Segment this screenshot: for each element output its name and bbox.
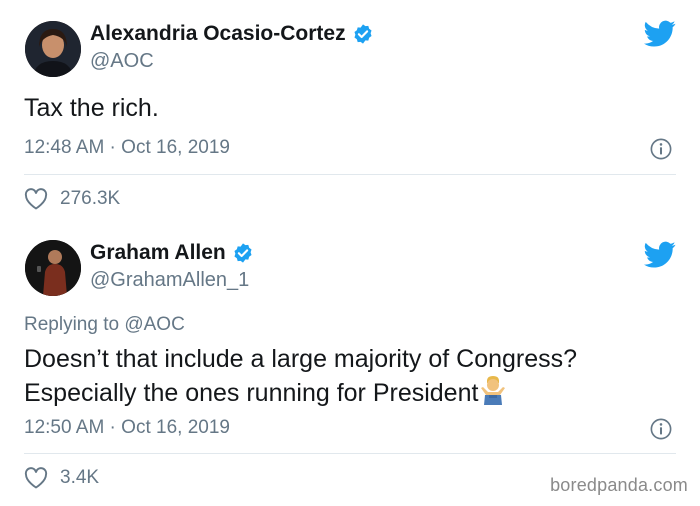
avatar[interactable]: [25, 21, 81, 77]
info-icon[interactable]: [650, 138, 672, 160]
handle[interactable]: @AOC: [90, 50, 154, 73]
tweet-aoc: Alexandria Ocasio-Cortez @AOC Tax the ri…: [0, 0, 700, 227]
author-row: Graham Allen: [90, 241, 254, 265]
avatar[interactable]: [25, 240, 81, 296]
like-button[interactable]: 3.4K: [24, 467, 99, 489]
like-button[interactable]: 276.3K: [24, 188, 120, 210]
author-row: Alexandria Ocasio-Cortez: [90, 22, 374, 46]
watermark: boredpanda.com: [550, 475, 688, 495]
heart-icon: [24, 188, 48, 210]
man-shrugging-emoji: [481, 376, 506, 405]
tweet-text: Tax the rich.: [24, 92, 159, 124]
tweet-text: Doesn’t that include a large majority of…: [24, 343, 577, 409]
tweet-text-line: Especially the ones running for Presiden…: [24, 379, 479, 407]
like-count: 3.4K: [60, 467, 100, 488]
avatar-photo: [25, 240, 81, 296]
display-name[interactable]: Alexandria Ocasio-Cortez: [90, 22, 346, 46]
display-name[interactable]: Graham Allen: [90, 241, 226, 265]
twitter-bird-icon[interactable]: [644, 241, 676, 269]
divider: [24, 453, 676, 454]
verified-badge-icon: [234, 243, 252, 263]
timestamp[interactable]: 12:48 AM · Oct 16, 2019: [24, 137, 230, 159]
twitter-bird-icon[interactable]: [644, 20, 676, 48]
replying-to-label: Replying to: [24, 314, 125, 335]
verified-badge-icon: [354, 24, 372, 44]
replying-to: Replying to @AOC: [24, 314, 185, 336]
tweet-text-line: Tax the rich.: [24, 94, 159, 122]
timestamp[interactable]: 12:50 AM · Oct 16, 2019: [24, 417, 230, 439]
tweet-text-line-with-emoji: Especially the ones running for Presiden…: [24, 375, 577, 409]
like-count: 276.3K: [60, 188, 121, 209]
heart-icon: [24, 467, 48, 489]
divider: [24, 174, 676, 175]
handle[interactable]: @GrahamAllen_1: [90, 269, 249, 292]
avatar-photo: [25, 21, 81, 77]
tweet-graham-allen: Graham Allen @GrahamAllen_1 Replying to …: [0, 227, 700, 506]
info-icon[interactable]: [650, 418, 672, 440]
reply-mention-link[interactable]: @AOC: [124, 314, 184, 335]
tweet-text-line: Doesn’t that include a large majority of…: [24, 345, 578, 373]
